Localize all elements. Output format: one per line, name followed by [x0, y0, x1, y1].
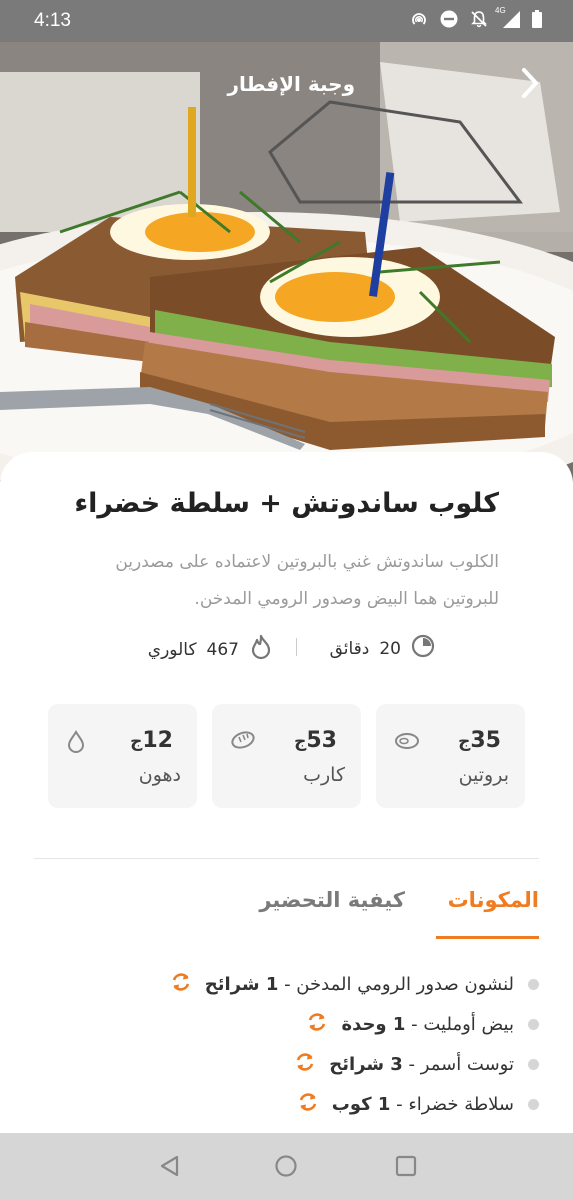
swap-icon[interactable] — [293, 1050, 317, 1079]
carb-label: كارب — [303, 764, 345, 786]
swap-icon[interactable] — [305, 1010, 329, 1039]
carb-unit: ج — [294, 732, 307, 752]
swap-icon[interactable] — [296, 1090, 320, 1119]
nav-home-button[interactable] — [274, 1154, 298, 1182]
bullet — [528, 1098, 539, 1110]
bullet — [528, 1018, 539, 1030]
ingredient-quantity: 1 كوب — [331, 1093, 391, 1115]
ingredient-quantity: 3 شرائح — [329, 1053, 403, 1075]
meal-description: الكلوب ساندوتش غني بالبروتين لاعتماده عل… — [115, 552, 499, 609]
prep-time-value: 20 — [379, 638, 401, 659]
prep-time-unit: دقائق — [329, 638, 370, 659]
ingredient-quantity: 1 وحدة — [341, 1013, 406, 1035]
ingredient-separator: - — [278, 973, 297, 995]
calories-value: 467 — [206, 639, 239, 660]
circle-home-icon — [275, 1155, 297, 1177]
carb-value-line: 53ج — [294, 728, 337, 753]
swap-icon[interactable] — [169, 970, 193, 999]
nav-back-button[interactable] — [158, 1154, 182, 1182]
header-title: وجبة الإفطار — [227, 72, 355, 96]
protein-value-line: 35ج — [458, 728, 501, 753]
sandwich-illustration — [0, 42, 573, 482]
meal-details-card: كلوب ساندوتش + سلطة خضراء الكلوب ساندوتش… — [0, 452, 573, 1142]
tab-preparation[interactable]: كيفية التحضير — [259, 888, 405, 912]
list-item: سلاطة خضراء - 1 كوب — [34, 1084, 539, 1124]
ingredient-separator: - — [405, 1013, 424, 1035]
bread-icon — [230, 730, 256, 754]
calories-unit: كالوري — [147, 639, 197, 660]
clock-icon — [411, 634, 435, 663]
calories: 467 كالوري — [148, 634, 273, 665]
protein-label: بروتين — [458, 764, 509, 786]
meal-title: كلوب ساندوتش + سلطة خضراء — [74, 488, 499, 519]
nutrition-card-protein: 35ج بروتين — [376, 704, 525, 808]
drop-icon — [66, 730, 86, 758]
ingredient-quantity: 1 شرائح — [204, 973, 279, 995]
bullet — [528, 1058, 539, 1070]
system-nav-bar — [0, 1133, 573, 1200]
carb-value: 53 — [306, 728, 337, 753]
do-not-disturb-icon — [439, 9, 459, 33]
bullet — [528, 978, 539, 990]
meal-meta: 20 دقائق 467 كالوري — [0, 634, 573, 664]
battery-icon — [531, 9, 543, 33]
prep-time: 20 دقائق — [330, 634, 435, 663]
status-bar: 4:13 4G — [0, 0, 573, 42]
meat-icon — [394, 730, 420, 754]
ingredients-list: لنشون صدور الرومي المدخن - 1 شرائح بيض أ… — [34, 964, 539, 1124]
ingredient-separator: - — [390, 1093, 409, 1115]
fat-value: 12 — [142, 728, 173, 753]
section-divider — [34, 858, 539, 859]
status-time: 4:13 — [34, 10, 71, 31]
status-icons: 4G — [409, 6, 543, 33]
nutrition-card-carb: 53ج كارب — [212, 704, 361, 808]
ingredient-name: بيض أومليت — [423, 1013, 514, 1035]
ingredient-name: توست أسمر — [420, 1053, 514, 1075]
nav-recents-button[interactable] — [394, 1154, 418, 1182]
signal-icon: 4G — [495, 6, 521, 33]
protein-unit: ج — [458, 732, 471, 752]
tab-ingredients[interactable]: المكونات — [448, 888, 539, 912]
hotspot-icon — [409, 9, 429, 33]
ingredient-separator: - — [402, 1053, 421, 1075]
fat-unit: ج — [130, 732, 143, 752]
nutrition-card-fat: 12ج دهون — [48, 704, 197, 808]
square-recents-icon — [395, 1155, 417, 1177]
meal-hero-image — [0, 42, 573, 482]
list-item: لنشون صدور الرومي المدخن - 1 شرائح — [34, 964, 539, 1004]
network-type-label: 4G — [495, 6, 506, 15]
notifications-off-icon — [469, 9, 489, 33]
protein-value: 35 — [470, 728, 501, 753]
active-tab-indicator — [436, 936, 539, 939]
fat-label: دهون — [138, 764, 181, 786]
ingredient-name: سلاطة خضراء — [408, 1093, 514, 1115]
chevron-right-icon — [522, 68, 538, 98]
triangle-back-icon — [160, 1155, 179, 1177]
flame-icon — [249, 634, 273, 665]
ingredient-name: لنشون صدور الرومي المدخن — [296, 973, 514, 995]
list-item: توست أسمر - 3 شرائح — [34, 1044, 539, 1084]
list-item: بيض أومليت - 1 وحدة — [34, 1004, 539, 1044]
fat-value-line: 12ج — [130, 728, 173, 753]
back-button[interactable] — [517, 66, 543, 100]
meta-divider — [296, 638, 297, 656]
